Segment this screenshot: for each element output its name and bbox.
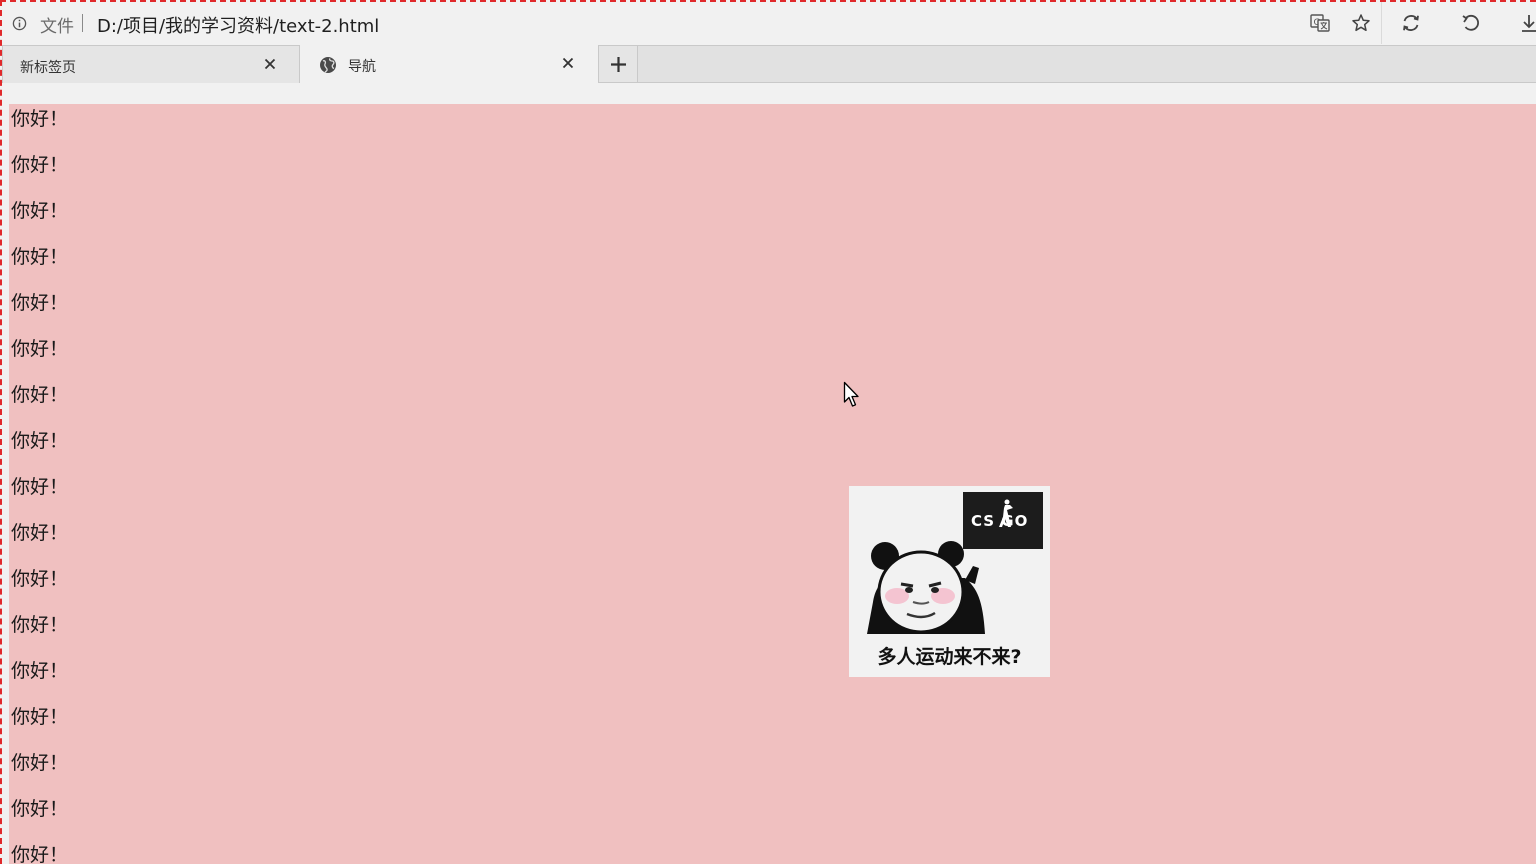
- greeting-text: 你好！: [11, 430, 69, 452]
- mouse-cursor-icon: [843, 381, 859, 407]
- greeting-text: 你好！: [11, 384, 69, 406]
- greeting-text: 你好！: [11, 752, 69, 774]
- greeting-text: 你好！: [11, 108, 69, 130]
- translate-icon[interactable]: G: [1309, 12, 1331, 34]
- address-separator: [82, 14, 83, 32]
- tab-label: 导航: [348, 59, 376, 75]
- panda-face-icon: [867, 541, 985, 634]
- greeting-text: 你好！: [11, 798, 69, 820]
- greeting-text: 你好！: [11, 614, 69, 636]
- info-icon[interactable]: [12, 16, 27, 31]
- window-border-top: [0, 0, 1536, 2]
- undo-icon[interactable]: [1460, 12, 1482, 34]
- greeting-text: 你好！: [11, 522, 69, 544]
- greeting-text: 你好！: [11, 844, 69, 864]
- new-tab-button[interactable]: [598, 45, 638, 83]
- star-icon[interactable]: [1350, 12, 1372, 34]
- greeting-text: 你好！: [11, 660, 69, 682]
- greeting-text: 你好！: [11, 568, 69, 590]
- scheme-label: 文件: [40, 17, 74, 37]
- tab-label: 新标签页: [20, 60, 76, 76]
- plus-icon: [611, 57, 626, 72]
- tab-new-tab[interactable]: 新标签页: [2, 45, 300, 83]
- greeting-text: 你好！: [11, 246, 69, 268]
- greeting-text: 你好！: [11, 338, 69, 360]
- sync-icon[interactable]: [1400, 12, 1422, 34]
- toolbar-divider: [1381, 2, 1382, 46]
- meme-sticker-image: CS GO 多人运动来不来?: [849, 486, 1050, 677]
- greeting-text: 你好！: [11, 200, 69, 222]
- soldier-icon: [999, 499, 1013, 527]
- page-content: 你好！ 你好！ 你好！ 你好！ 你好！ 你好！ 你好！ 你好！ 你好！ 你好！ 你好！ 你好！ 你好！ 你…: [9, 104, 1536, 864]
- tab-strip: 新标签页 导航: [0, 44, 1536, 85]
- tab-strip-empty-area: [638, 45, 1536, 83]
- browser-window: 文件 D:/项目/我的学习资料/text-2.html G 新标签页 导航 你好…: [0, 0, 1536, 864]
- greeting-text: 你好！: [11, 154, 69, 176]
- sticker-caption: 多人运动来不来?: [877, 646, 1022, 668]
- tab-navigation[interactable]: 导航: [300, 45, 598, 83]
- address-bar[interactable]: 文件 D:/项目/我的学习资料/text-2.html G: [0, 2, 1536, 46]
- url-text[interactable]: D:/项目/我的学习资料/text-2.html: [97, 12, 379, 38]
- close-icon[interactable]: [263, 57, 277, 71]
- content-gap: [0, 85, 1536, 104]
- globe-icon: [320, 57, 336, 73]
- greeting-text: 你好！: [11, 706, 69, 728]
- close-icon[interactable]: [561, 56, 575, 70]
- download-icon[interactable]: [1518, 12, 1536, 34]
- greeting-text: 你好！: [11, 292, 69, 314]
- window-border-left: [0, 0, 2, 864]
- greeting-text: 你好！: [11, 476, 69, 498]
